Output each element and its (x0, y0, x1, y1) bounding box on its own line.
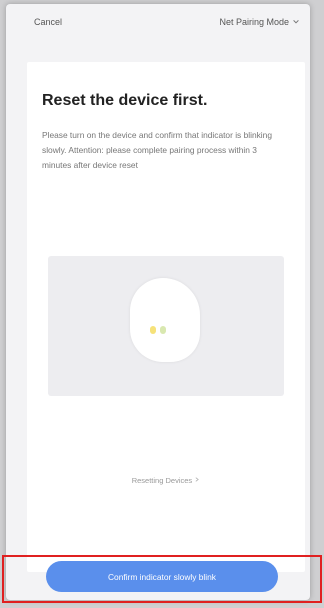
instruction-card: Reset the device first. Please turn on t… (27, 62, 305, 572)
device-image (130, 278, 200, 362)
resetting-devices-label: Resetting Devices (131, 476, 193, 485)
chevron-right-icon (195, 477, 200, 482)
mode-label: Net Pairing Mode (219, 17, 289, 27)
top-bar: Cancel Net Pairing Mode (6, 4, 310, 40)
indicator-light (150, 326, 156, 334)
instructions-text: Please turn on the device and confirm th… (42, 130, 272, 170)
pairing-screen: Cancel Net Pairing Mode Reset the device… (6, 4, 310, 600)
confirm-button[interactable]: Confirm indicator slowly blink (46, 561, 278, 592)
mode-selector[interactable]: Net Pairing Mode (219, 17, 300, 27)
indicator-light (160, 326, 166, 334)
resetting-devices-link[interactable]: Resetting Devices (27, 476, 305, 485)
device-illustration (48, 256, 284, 396)
page-title: Reset the device first. (42, 92, 208, 109)
chevron-down-icon (293, 20, 299, 24)
cancel-button[interactable]: Cancel (34, 17, 62, 27)
